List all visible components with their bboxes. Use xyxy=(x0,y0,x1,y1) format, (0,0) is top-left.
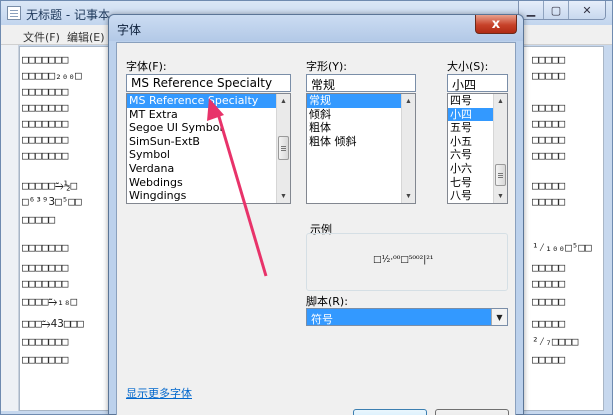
font-dialog-title: 字体 xyxy=(117,23,142,37)
notepad-line-left: □□□□□□□ xyxy=(22,241,69,254)
notepad-line-right: □□□□□ xyxy=(532,149,566,162)
style-list-item[interactable]: 粗体 倾斜 xyxy=(307,135,401,149)
font-dialog-body: 字体(F): MS Reference Specialty MS Referen… xyxy=(116,42,516,415)
font-list-item[interactable]: Verdana xyxy=(127,162,290,176)
font-list-item[interactable]: Segoe UI Symbol xyxy=(127,121,290,135)
cancel-button[interactable] xyxy=(435,409,509,415)
sample-preview-text: □½·⁰⁰□⁵⁰⁰²|²¹ xyxy=(373,255,434,265)
notepad-line-left: □□□□□□□ xyxy=(22,277,69,290)
font-list-item[interactable]: Symbol xyxy=(127,148,290,162)
notepad-line-left: □□□□□□□ xyxy=(22,101,69,114)
ok-button[interactable] xyxy=(353,409,427,415)
notepad-line-left: □□□□□□□ xyxy=(22,335,69,348)
font-list-item[interactable]: MS Reference Specialty xyxy=(127,94,290,108)
scroll-up-icon[interactable]: ▲ xyxy=(277,94,290,108)
scroll-up-icon[interactable]: ▲ xyxy=(494,94,507,108)
notepad-line-right: □□□□□ xyxy=(532,53,566,66)
notepad-line-right: □□□□□ xyxy=(532,195,566,208)
font-family-list[interactable]: MS Reference Specialty MT Extra Segoe UI S… xyxy=(126,93,291,204)
font-size-label: 大小(S): xyxy=(447,60,489,73)
notepad-line-left: □□□□□□□ xyxy=(22,133,69,146)
sample-group: □½·⁰⁰□⁵⁰⁰²|²¹ xyxy=(306,233,508,291)
font-family-scrollbar[interactable]: ▲ ▼ xyxy=(276,94,290,203)
style-list-item[interactable]: 粗体 xyxy=(307,121,401,135)
style-list-item[interactable]: 倾斜 xyxy=(307,108,401,122)
font-style-label: 字形(Y): xyxy=(306,60,348,73)
notepad-line-left: □□□□□₂₀₀□ xyxy=(22,69,82,82)
close-icon: x xyxy=(491,16,501,32)
notepad-line-left: □□□□□□□ xyxy=(22,53,69,66)
menu-file[interactable]: 文件(F) xyxy=(23,29,60,45)
menu-edit[interactable]: 编辑(E) xyxy=(67,29,105,45)
font-dialog: 字体 x 字体(F): MS Reference Specialty MS Re… xyxy=(108,14,524,415)
font-list-item[interactable]: Wingdings xyxy=(127,189,290,203)
script-select-value: 符号 xyxy=(311,313,333,326)
notepad-line-right: □□□□□ xyxy=(532,277,566,290)
scroll-down-icon[interactable]: ▼ xyxy=(277,189,290,203)
notepad-line-left: □⁶³⁹3□⁵□□ xyxy=(22,195,82,208)
font-list-item[interactable]: Webdings xyxy=(127,176,290,190)
notepad-line-right: □□□□□ xyxy=(532,101,566,114)
notepad-line-right: □□□□□ xyxy=(532,295,566,308)
notepad-line-left: □□□□□□□ xyxy=(22,261,69,274)
scroll-thumb[interactable] xyxy=(278,136,289,160)
notepad-line-right: □□□□□ xyxy=(532,179,566,192)
notepad-line-right: ²⁄₇□□□□ xyxy=(532,335,579,348)
notepad-line-right: ¹⁄₁₀₀□⁵□□ xyxy=(532,241,592,254)
notepad-window-buttons: ▁ ▢ ✕ xyxy=(518,1,606,20)
minimize-icon: ▁ xyxy=(526,4,536,17)
notepad-line-left: □□□⥲43□□□ xyxy=(22,317,84,330)
notepad-app-icon xyxy=(7,6,21,20)
maximize-icon: ▢ xyxy=(550,4,562,17)
font-size-input[interactable]: 小四 xyxy=(447,74,508,92)
font-style-input[interactable]: 常规 xyxy=(306,74,416,92)
notepad-line-right: □□□□□ xyxy=(532,353,566,366)
notepad-close-button[interactable]: ✕ xyxy=(569,1,605,19)
notepad-line-left: □□□□⥲₁₈□ xyxy=(22,295,78,308)
chevron-down-icon[interactable]: ▼ xyxy=(491,309,507,325)
font-style-list[interactable]: 常规 倾斜 粗体 粗体 倾斜 ▲ ▼ xyxy=(306,93,416,204)
font-list-item[interactable]: SimSun-ExtB xyxy=(127,135,290,149)
font-size-list[interactable]: 四号 小四 五号 小五 六号 小六 七号 八号 ▲ ▼ xyxy=(447,93,508,204)
notepad-line-right: □□□□□ xyxy=(532,69,566,82)
script-label: 脚本(R): xyxy=(306,295,348,308)
font-dialog-titlebar[interactable]: 字体 x xyxy=(109,15,523,41)
font-family-label: 字体(F): xyxy=(126,60,167,73)
notepad-line-right: □□□□□ xyxy=(532,317,566,330)
close-icon: ✕ xyxy=(582,4,592,17)
scroll-thumb[interactable] xyxy=(495,164,506,186)
font-style-scrollbar[interactable]: ▲ ▼ xyxy=(401,94,415,203)
notepad-line-right: □□□□□ xyxy=(532,117,566,130)
style-list-item[interactable]: 常规 xyxy=(307,94,401,108)
scroll-up-icon[interactable]: ▲ xyxy=(402,94,415,108)
font-family-input[interactable]: MS Reference Specialty xyxy=(126,74,291,92)
notepad-line-left: □□□□□□□ xyxy=(22,149,69,162)
notepad-left-gutter xyxy=(1,45,19,411)
script-select[interactable]: 符号 ▼ xyxy=(306,308,508,326)
font-size-scrollbar[interactable]: ▲ ▼ xyxy=(493,94,507,203)
notepad-line-left: □□□□□□□ xyxy=(22,353,69,366)
notepad-line-right: □□□□□ xyxy=(532,133,566,146)
dialog-close-button[interactable]: x xyxy=(475,15,517,34)
notepad-line-left: □□□□□□□ xyxy=(22,117,69,130)
scroll-down-icon[interactable]: ▼ xyxy=(402,189,415,203)
notepad-title: 无标题 - 记事本 xyxy=(26,8,110,22)
maximize-button[interactable]: ▢ xyxy=(544,1,569,19)
notepad-line-left: □□□□□ xyxy=(22,213,56,226)
notepad-line-right: □□□□□ xyxy=(532,261,566,274)
font-list-item[interactable]: MT Extra xyxy=(127,108,290,122)
show-more-fonts-link[interactable]: 显示更多字体 xyxy=(126,385,192,401)
scroll-down-icon[interactable]: ▼ xyxy=(494,189,507,203)
notepad-line-left: □□□□□⥲½□ xyxy=(22,179,78,192)
notepad-line-left: □□□□□□□ xyxy=(22,85,69,98)
